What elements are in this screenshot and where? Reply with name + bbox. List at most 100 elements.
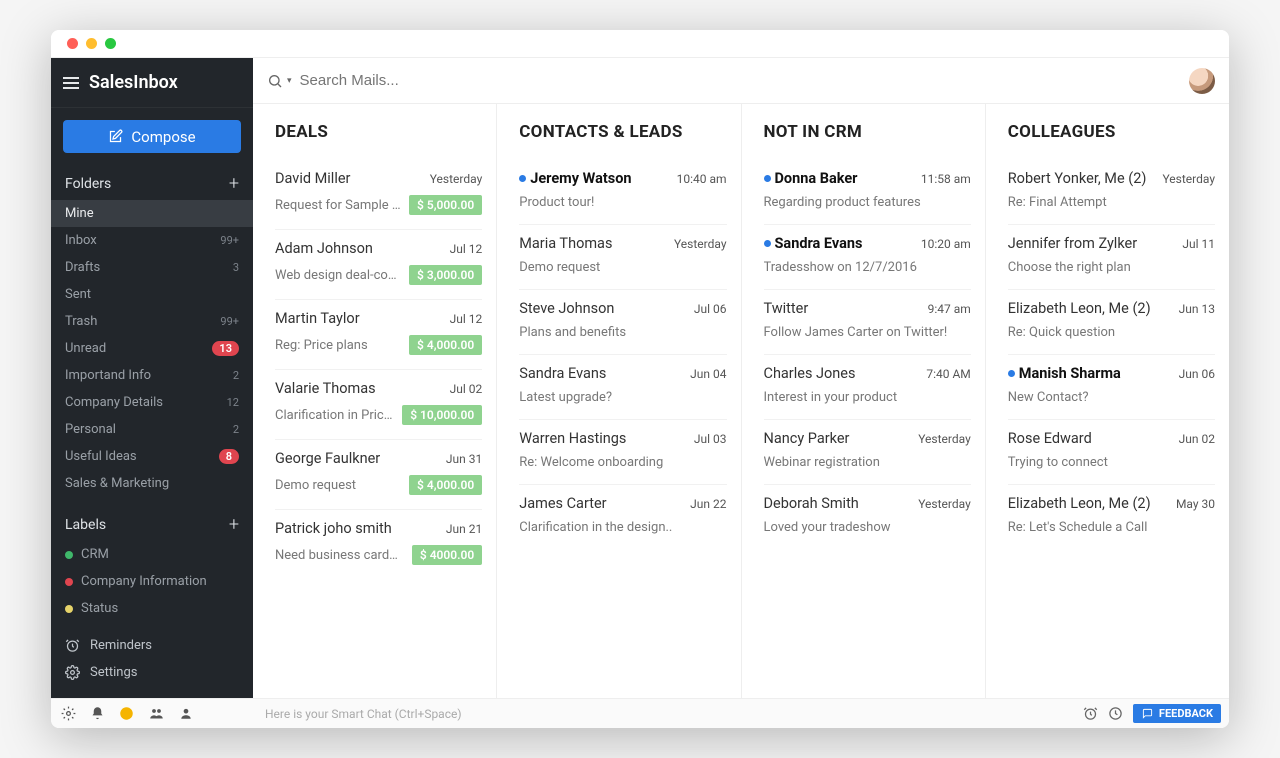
mail-card[interactable]: Deborah SmithYesterdayLoved your tradesh… <box>764 485 971 549</box>
group-icon[interactable] <box>148 706 165 721</box>
mail-card[interactable]: Jeremy Watson10:40 amProduct tour! <box>519 160 726 225</box>
sidebar-folder[interactable]: Unread13 <box>51 335 253 362</box>
mail-card[interactable]: Rose EdwardJun 02Trying to connect <box>1008 420 1215 485</box>
feedback-button[interactable]: FEEDBACK <box>1133 704 1221 723</box>
sidebar-folder[interactable]: Sales & Marketing <box>51 470 253 497</box>
mail-card[interactable]: George FaulknerJun 31Demo request$ 4,000… <box>275 440 482 510</box>
mail-time: Jun 22 <box>690 497 726 511</box>
search-dropdown-icon[interactable]: ▾ <box>287 76 292 86</box>
smart-chat-hint[interactable]: Here is your Smart Chat (Ctrl+Space) <box>253 707 1083 721</box>
history-icon[interactable] <box>1108 706 1123 721</box>
mail-subject: Web design deal-confirma... <box>275 268 401 283</box>
sidebar-folder[interactable]: Company Details 12 <box>51 389 253 416</box>
mail-subject: Choose the right plan <box>1008 260 1215 275</box>
sidebar-folder[interactable]: Mine <box>51 200 253 227</box>
sidebar-folder[interactable]: Drafts3 <box>51 254 253 281</box>
mail-time: Jul 06 <box>694 302 727 316</box>
mail-sender: Patrick joho smith <box>275 520 392 537</box>
column-title: COLLEAGUES <box>1008 122 1215 142</box>
mail-subject: Plans and benefits <box>519 325 726 340</box>
labels-heading: Labels + <box>51 508 253 541</box>
mail-card[interactable]: Steve Johnson Jul 06 Plans and benefits <box>519 290 726 355</box>
mail-time: 10:40 am <box>677 172 727 186</box>
topbar: ▾ <box>253 58 1229 104</box>
window-maximize-icon[interactable] <box>105 38 116 49</box>
mail-time: Jul 02 <box>450 382 483 396</box>
mail-card[interactable]: Adam JohnsonJul 12Web design deal-confir… <box>275 230 482 300</box>
mail-card[interactable]: Nancy ParkerYesterdayWebinar registratio… <box>764 420 971 485</box>
mail-card[interactable]: Patrick joho smithJun 21Need business ca… <box>275 510 482 579</box>
mail-card[interactable]: Warren HastingsJul 03Re: Welcome onboard… <box>519 420 726 485</box>
sidebar-label[interactable]: CRM <box>51 541 253 568</box>
window-close-icon[interactable] <box>67 38 78 49</box>
folder-label: Importand Info <box>65 368 151 383</box>
mail-time: Yesterday <box>674 237 727 251</box>
mail-card[interactable]: Manish SharmaJun 06New Contact? <box>1008 355 1215 420</box>
mail-subject: Loved your tradeshow <box>764 520 971 535</box>
compose-button[interactable]: Compose <box>63 120 241 153</box>
reminders-link[interactable]: Reminders <box>65 632 239 659</box>
gear-small-icon[interactable] <box>61 706 76 721</box>
mail-card[interactable]: Elizabeth Leon, Me (2)Jun 13Re: Quick qu… <box>1008 290 1215 355</box>
sidebar-folder[interactable]: Personal2 <box>51 416 253 443</box>
mail-card[interactable]: Elizabeth Leon, Me (2)May 30Re: Let's Sc… <box>1008 485 1215 549</box>
mail-sender: Steve Johnson <box>519 300 614 317</box>
mail-subject: Product tour! <box>519 195 726 210</box>
bell-icon[interactable] <box>90 706 105 721</box>
mail-subject: Reg: Price plans <box>275 338 401 353</box>
mail-card[interactable]: Jennifer from ZylkerJul 11Choose the rig… <box>1008 225 1215 290</box>
add-folder-button[interactable]: + <box>229 173 239 194</box>
menu-icon[interactable] <box>63 77 79 89</box>
window-titlebar <box>51 30 1229 58</box>
mail-card[interactable]: Robert Yonker, Me (2)YesterdayRe: Final … <box>1008 160 1215 225</box>
smiley-icon[interactable] <box>119 706 134 721</box>
mail-card[interactable]: Donna Baker11:58 amRegarding product fea… <box>764 160 971 225</box>
sidebar-folder[interactable]: Sent <box>51 281 253 308</box>
unread-dot-icon <box>764 240 771 247</box>
label-name: Status <box>81 601 118 616</box>
mail-columns: DEALSDavid MillerYesterdayRequest for Sa… <box>253 104 1229 698</box>
mail-card[interactable]: Charles Jones7:40 AMInterest in your pro… <box>764 355 971 420</box>
unread-dot-icon <box>764 175 771 182</box>
mail-time: Jul 03 <box>694 432 727 446</box>
add-label-button[interactable]: + <box>229 514 239 535</box>
mail-card[interactable]: Valarie ThomasJul 02Clarification in Pri… <box>275 370 482 440</box>
mail-time: Jun 13 <box>1179 302 1215 316</box>
column-title: NOT IN CRM <box>764 122 971 142</box>
mail-sender: Nancy Parker <box>764 430 850 447</box>
search-input[interactable] <box>300 72 1181 89</box>
sidebar-label[interactable]: Company Information <box>51 568 253 595</box>
mail-time: Jun 31 <box>446 452 482 466</box>
mail-subject: Interest in your product <box>764 390 971 405</box>
user-avatar[interactable] <box>1189 68 1215 94</box>
mail-card[interactable]: Sandra EvansJun 04Latest upgrade? <box>519 355 726 420</box>
window-minimize-icon[interactable] <box>86 38 97 49</box>
settings-link[interactable]: Settings <box>65 659 239 686</box>
mail-sender: Deborah Smith <box>764 495 859 512</box>
mail-subject: Demo request <box>275 478 401 493</box>
label-name: Company Information <box>81 574 207 589</box>
mail-column: COLLEAGUES Robert Yonker, Me (2)Yesterday… <box>986 104 1229 698</box>
mail-card[interactable]: Martin TaylorJul 12Reg: Price plans$ 4,0… <box>275 300 482 370</box>
sidebar-folder[interactable]: Inbox99+ <box>51 227 253 254</box>
folder-count: 12 <box>227 396 239 409</box>
mail-time: 9:47 am <box>928 302 971 316</box>
mail-sender: Jennifer from Zylker <box>1008 235 1137 252</box>
person-icon[interactable] <box>179 706 193 721</box>
mail-card[interactable]: Twitter9:47 amFollow James Carter on Twi… <box>764 290 971 355</box>
mail-card[interactable]: Maria ThomasYesterdayDemo request <box>519 225 726 290</box>
alarm-small-icon[interactable] <box>1083 706 1098 721</box>
search-icon[interactable] <box>267 73 283 89</box>
mail-card[interactable]: James CarterJun 22Clarification in the d… <box>519 485 726 549</box>
sidebar-folder[interactable]: Useful Ideas8 <box>51 443 253 470</box>
sidebar-folder[interactable]: Trash99+ <box>51 308 253 335</box>
mail-card[interactable]: David MillerYesterdayRequest for Sample … <box>275 160 482 230</box>
sidebar-label[interactable]: Status <box>51 595 253 622</box>
mail-sender: Elizabeth Leon, Me (2) <box>1008 495 1151 512</box>
folder-label: Company Details <box>65 395 163 410</box>
folder-label: Useful Ideas <box>65 449 137 464</box>
folder-label: Personal <box>65 422 116 437</box>
sidebar-folder[interactable]: Importand Info2 <box>51 362 253 389</box>
mail-card[interactable]: Sandra Evans10:20 amTradesshow on 12/7/2… <box>764 225 971 290</box>
mail-subject: Re: Welcome onboarding <box>519 455 726 470</box>
